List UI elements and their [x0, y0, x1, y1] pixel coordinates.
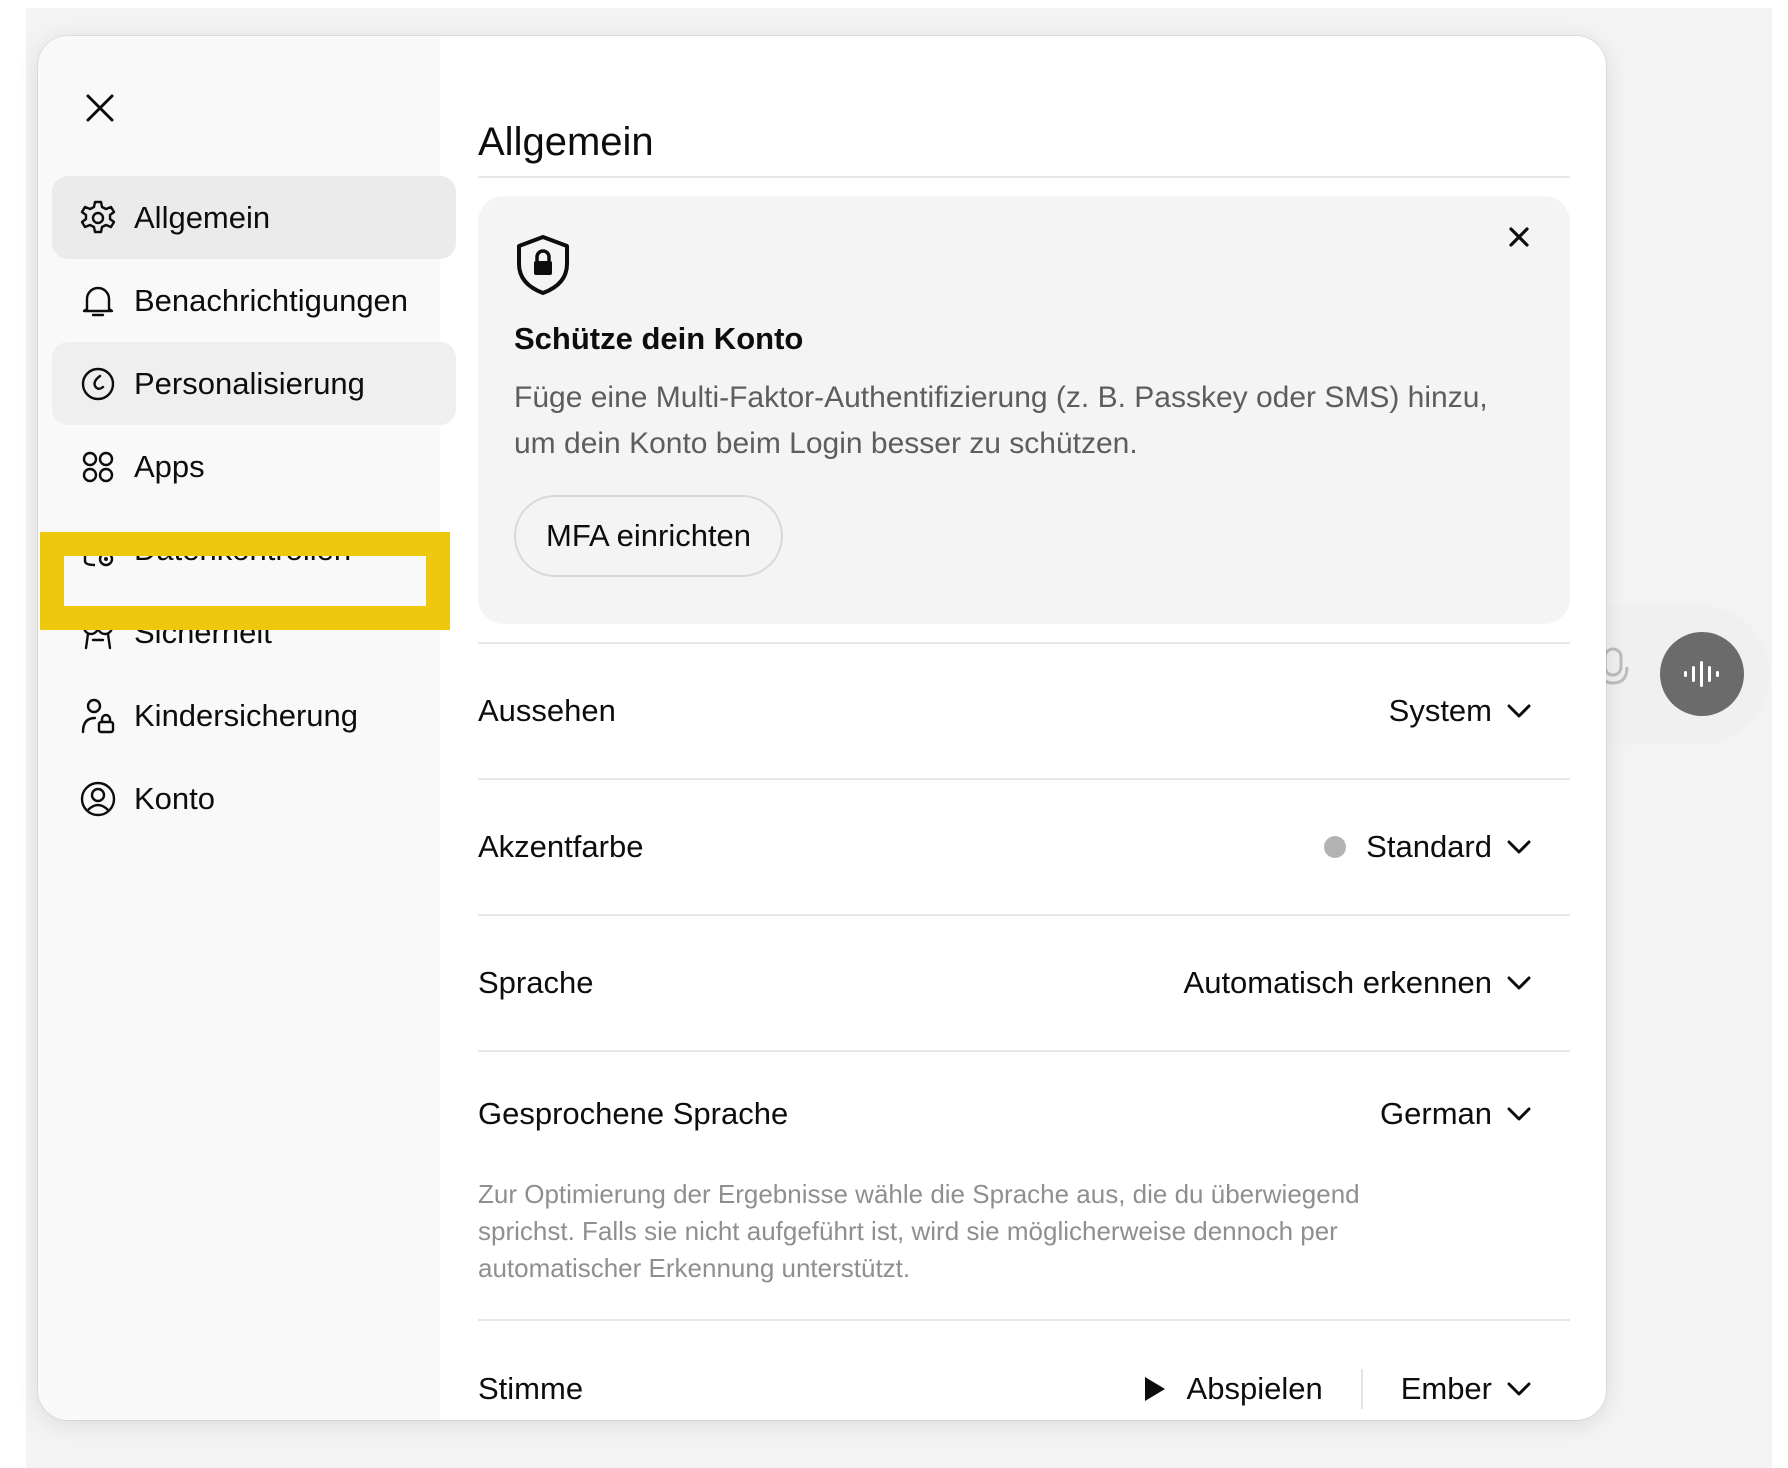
appearance-dropdown[interactable]: System — [1389, 693, 1570, 729]
chevron-down-icon — [1506, 969, 1534, 997]
setup-mfa-button[interactable]: MFA einrichten — [514, 495, 784, 577]
play-icon — [1144, 1377, 1165, 1401]
nav-item-label: Personalisierung — [134, 365, 365, 401]
accent-dropdown[interactable]: Standard — [1324, 829, 1570, 865]
database-settings-icon — [78, 530, 118, 570]
mfa-title: Schütze dein Konto — [514, 321, 804, 356]
nav-item-apps[interactable]: Apps — [52, 425, 456, 508]
settings-dialog: Allgemein Benachrichtigungen Personalisi… — [38, 36, 1606, 1420]
nav-item-label: Datenkontrollen — [134, 531, 352, 567]
dropdown-value: German — [1380, 1096, 1492, 1131]
setting-label: Akzentfarbe — [478, 829, 644, 864]
setting-row-accent: Akzentfarbe Standard — [478, 780, 1570, 916]
nav-item-label: Konto — [134, 780, 216, 816]
setting-label: Gesprochene Sprache — [478, 1096, 789, 1131]
dropdown-value: Ember — [1400, 1371, 1492, 1406]
account-icon — [78, 779, 118, 819]
dropdown-value: Standard — [1366, 829, 1492, 864]
gear-icon — [78, 198, 118, 238]
play-voice-button[interactable]: Abspielen — [1143, 1371, 1323, 1407]
nav-item-label: Apps — [134, 448, 205, 484]
apps-grid-icon — [78, 447, 118, 487]
setting-block-spoken-language: Gesprochene Sprache German Zur Optimieru… — [478, 1052, 1570, 1321]
parental-lock-icon — [78, 696, 118, 736]
chevron-down-icon — [1506, 1375, 1534, 1403]
nav-item-label: Kindersicherung — [134, 697, 359, 733]
chevron-down-icon — [1506, 697, 1534, 725]
chevron-down-icon — [1506, 833, 1534, 861]
close-icon — [86, 94, 114, 122]
voice-controls: Abspielen Ember — [1143, 1369, 1570, 1409]
accent-color-dot — [1324, 836, 1347, 858]
voice-separator — [1360, 1369, 1363, 1409]
settings-content: Allgemein Schütze dein Konto Füge eine M… — [440, 36, 1606, 1420]
nav-item-label: Sicherheit — [134, 614, 272, 650]
mfa-card: Schütze dein Konto Füge eine Multi-Fakto… — [478, 196, 1570, 624]
play-label: Abspielen — [1186, 1371, 1323, 1406]
dismiss-mfa-button[interactable] — [1502, 220, 1536, 254]
spoken-language-hint: Zur Optimierung der Ergebnisse wähle die… — [478, 1179, 1360, 1283]
dropdown-value: Automatisch erkennen — [1183, 965, 1492, 1000]
waveform-icon — [1684, 661, 1719, 687]
settings-nav: Allgemein Benachrichtigungen Personalisi… — [40, 176, 456, 840]
setting-row-appearance: Aussehen System — [478, 644, 1570, 780]
shield-key-icon — [78, 613, 118, 653]
nav-item-kindersicherung[interactable]: Kindersicherung — [52, 674, 456, 757]
nav-item-allgemein[interactable]: Allgemein — [52, 176, 456, 259]
mfa-description: Füge eine Multi-Faktor-Authentifizierung… — [514, 381, 1488, 460]
setting-row-spoken-language: Gesprochene Sprache German — [478, 1052, 1570, 1176]
personalization-icon — [78, 364, 118, 404]
title-divider — [478, 176, 1570, 178]
spoken-language-dropdown[interactable]: German — [1380, 1096, 1570, 1132]
setting-label: Aussehen — [478, 693, 616, 728]
voice-dropdown[interactable]: Ember — [1401, 1371, 1534, 1407]
nav-item-konto[interactable]: Konto — [52, 757, 456, 840]
nav-item-label: Allgemein — [134, 199, 271, 235]
setting-row-voice: Stimme Abspielen Ember — [478, 1321, 1570, 1420]
chevron-down-icon — [1506, 1100, 1534, 1128]
shield-lock-icon — [514, 234, 1534, 301]
nav-item-label: Benachrichtigungen — [134, 282, 409, 318]
nav-item-personalisierung[interactable]: Personalisierung — [52, 342, 456, 425]
voice-mode-button[interactable] — [1660, 632, 1744, 716]
close-icon — [1509, 227, 1529, 247]
settings-sidebar: Allgemein Benachrichtigungen Personalisi… — [38, 36, 456, 1420]
page-title: Allgemein — [478, 120, 654, 164]
dropdown-value: System — [1388, 693, 1492, 728]
setting-label: Stimme — [478, 1371, 584, 1406]
nav-item-benachrichtigungen[interactable]: Benachrichtigungen — [52, 259, 456, 342]
setting-row-language: Sprache Automatisch erkennen — [478, 916, 1570, 1052]
bell-icon — [78, 281, 118, 321]
setting-label: Sprache — [478, 965, 594, 1000]
nav-item-sicherheit[interactable]: Sicherheit — [52, 591, 456, 674]
close-settings-button[interactable] — [80, 88, 120, 128]
language-dropdown[interactable]: Automatisch erkennen — [1184, 965, 1570, 1001]
nav-item-datenkontrollen[interactable]: Datenkontrollen — [52, 508, 456, 591]
